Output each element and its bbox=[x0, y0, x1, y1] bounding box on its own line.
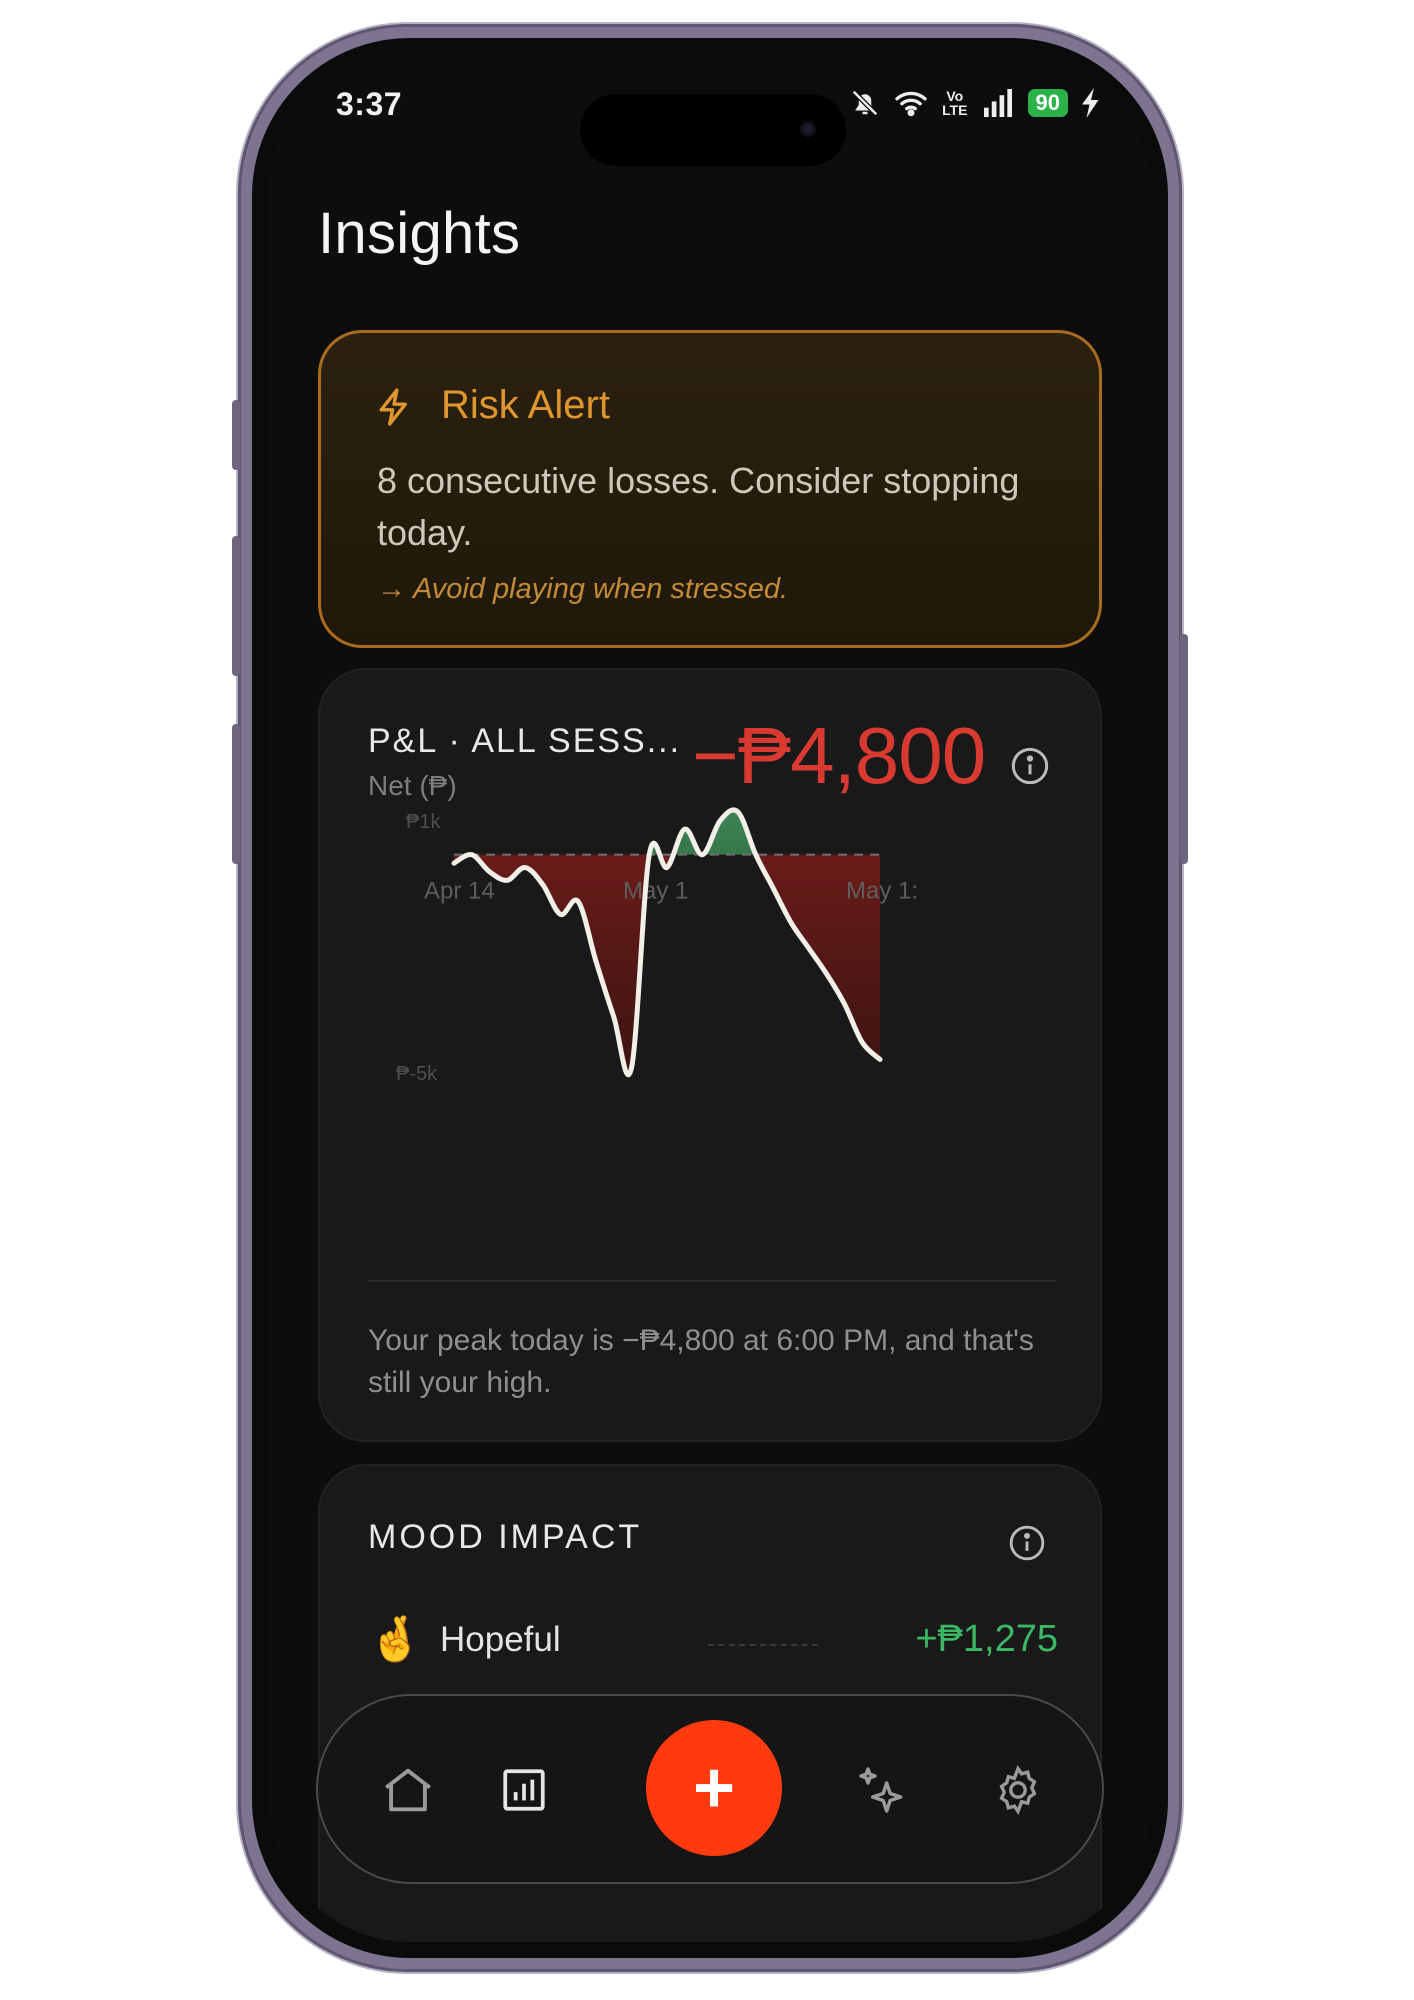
status-time: 3:37 bbox=[336, 86, 403, 122]
risk-alert-tip: → Avoid playing when stressed. bbox=[377, 573, 789, 605]
page-title: Insights bbox=[318, 201, 521, 266]
charging-icon bbox=[1082, 88, 1099, 118]
nav-settings[interactable] bbox=[978, 1750, 1058, 1830]
sparkles-icon bbox=[859, 1767, 903, 1813]
app-screen: 3:37 Vo LTE 90 Insights Risk Alert 8 cons… bbox=[268, 54, 1152, 1942]
volte-indicator: Vo LTE bbox=[942, 88, 968, 118]
pnl-divider bbox=[368, 1280, 1056, 1282]
mood-dash-divider bbox=[708, 1644, 818, 1646]
battery-indicator: 90 bbox=[1027, 89, 1068, 117]
volume-down-button bbox=[232, 724, 240, 864]
nav-star[interactable] bbox=[704, 1750, 784, 1830]
status-icons: Vo LTE 90 bbox=[850, 88, 1100, 118]
pnl-value: −₱4,800 bbox=[692, 711, 986, 800]
crossed-fingers-icon: 🤞 bbox=[368, 1615, 423, 1664]
risk-alert-title: Risk Alert bbox=[441, 383, 610, 427]
chart-negative-area bbox=[454, 854, 880, 1075]
gear-icon bbox=[999, 1765, 1037, 1815]
dynamic-island bbox=[580, 94, 846, 166]
risk-alert-message: 8 consecutive losses. Consider stopping … bbox=[377, 460, 1020, 553]
pnl-chart: Apr 14 May 1 May 1: ₱1k ₱-5k bbox=[396, 807, 918, 1085]
nav-home[interactable] bbox=[368, 1750, 448, 1830]
pnl-card: P&L · ALL SESS... Net (₱) −₱4,800 Apr 14… bbox=[318, 668, 1102, 1442]
chart-x-tick-label: May 1 bbox=[623, 878, 688, 905]
signal-icon bbox=[983, 89, 1012, 117]
chart-y-tick-label: ₱-5k bbox=[396, 1063, 438, 1085]
nav-sparkles-main[interactable] bbox=[842, 1750, 922, 1830]
chart-y-tick-label: ₱1k bbox=[406, 811, 441, 833]
lightning-icon bbox=[379, 388, 408, 426]
bottom-nav: + bbox=[316, 1694, 1104, 1884]
silent-switch bbox=[232, 400, 240, 470]
chart-x-tick-label: May 1: bbox=[846, 878, 918, 905]
info-icon[interactable] bbox=[1010, 746, 1050, 786]
wifi-icon bbox=[895, 91, 927, 117]
chart-x-tick-label: Apr 14 bbox=[424, 878, 495, 905]
power-button bbox=[1180, 634, 1188, 864]
mood-impact-title: MOOD IMPACT bbox=[368, 1518, 643, 1556]
pnl-title: P&L · ALL SESS... bbox=[368, 722, 682, 760]
mood-value: +₱1,275 bbox=[915, 1618, 1058, 1660]
mood-label: Hopeful bbox=[440, 1620, 561, 1659]
info-icon[interactable] bbox=[1008, 1524, 1046, 1562]
camera-icon bbox=[800, 121, 816, 137]
volume-up-button bbox=[232, 536, 240, 676]
mood-row[interactable]: 🤞 Hopeful +₱1,275 bbox=[368, 1612, 1058, 1672]
home-icon bbox=[385, 1768, 431, 1812]
risk-alert-card[interactable]: Risk Alert 8 consecutive losses. Conside… bbox=[318, 330, 1102, 648]
nav-stats[interactable] bbox=[484, 1750, 564, 1830]
stats-icon bbox=[503, 1769, 545, 1811]
pnl-note: Your peak today is −₱4,800 at 6:00 PM, a… bbox=[368, 1324, 1034, 1399]
bell-off-icon bbox=[852, 89, 879, 117]
